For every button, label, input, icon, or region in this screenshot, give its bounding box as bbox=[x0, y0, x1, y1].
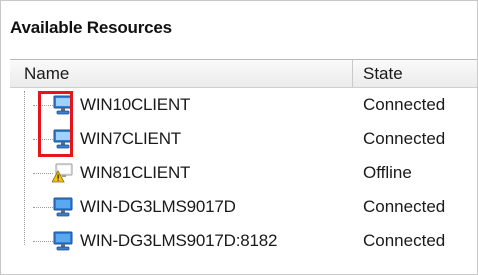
resource-name: WIN-DG3LMS9017D:8182 bbox=[80, 231, 278, 250]
resource-name: WIN7CLIENT bbox=[80, 129, 181, 148]
resource-name: WIN10CLIENT bbox=[80, 95, 191, 114]
resource-row[interactable]: WIN7CLIENT Connected bbox=[10, 122, 477, 156]
resource-row[interactable]: WIN-DG3LMS9017D Connected bbox=[10, 190, 477, 224]
computer-icon bbox=[53, 231, 73, 251]
column-header-row: Name State bbox=[10, 59, 477, 88]
resource-state: Offline bbox=[363, 163, 412, 182]
available-resources-panel: Available Resources Name State WIN10CLIE… bbox=[0, 0, 478, 275]
tree-branch bbox=[33, 173, 53, 174]
resource-list: WIN10CLIENT Connected WIN7CLIENT Connect… bbox=[10, 88, 477, 258]
resource-row[interactable]: WIN10CLIENT Connected bbox=[10, 88, 477, 122]
resource-name: WIN-DG3LMS9017D bbox=[80, 197, 236, 216]
resource-state: Connected bbox=[363, 95, 446, 114]
tree-branch bbox=[33, 241, 53, 242]
column-header-state[interactable]: State bbox=[363, 60, 403, 87]
resource-row[interactable]: WIN81CLIENT Offline bbox=[10, 156, 477, 190]
column-header-name[interactable]: Name bbox=[24, 60, 69, 87]
computer-warning-icon bbox=[52, 163, 73, 183]
resource-name: WIN81CLIENT bbox=[80, 163, 191, 182]
resource-state: Connected bbox=[363, 129, 446, 148]
highlight-box bbox=[38, 91, 73, 157]
resource-state: Connected bbox=[363, 197, 446, 216]
tree-branch bbox=[33, 207, 53, 208]
panel-title: Available Resources bbox=[10, 18, 172, 37]
column-separator[interactable] bbox=[352, 60, 353, 87]
computer-icon bbox=[53, 197, 73, 217]
resource-row[interactable]: WIN-DG3LMS9017D:8182 Connected bbox=[10, 224, 477, 258]
resource-state: Connected bbox=[363, 231, 446, 250]
